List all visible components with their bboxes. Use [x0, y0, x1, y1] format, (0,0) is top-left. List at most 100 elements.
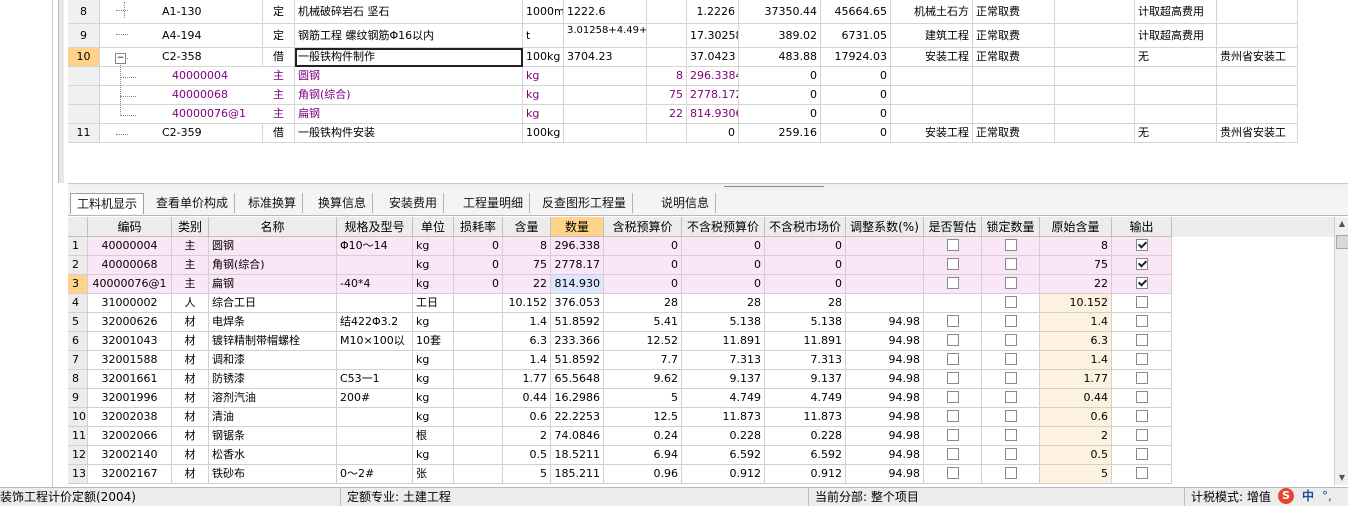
ime-mode[interactable]: 中	[1302, 488, 1314, 505]
material-cell-est[interactable]	[924, 351, 982, 370]
out-checkbox[interactable]	[1135, 296, 1148, 308]
quota-cell-name[interactable]: 一般铁构件安装	[295, 124, 523, 143]
material-cell-adj[interactable]: 94.98	[846, 389, 924, 408]
quota-cell-coef[interactable]	[647, 48, 687, 67]
material-cell-cat[interactable]: 材	[172, 408, 209, 427]
quota-child-row[interactable]: 40000004 主圆钢 kg 8 296.3384 0 0	[68, 67, 1298, 86]
material-cell-name[interactable]: 综合工日	[209, 294, 337, 313]
material-cell-spec[interactable]: 0～2#	[337, 465, 413, 484]
out-checkbox[interactable]	[1135, 239, 1148, 251]
material-cell-est[interactable]	[924, 465, 982, 484]
material-cell-code[interactable]: 32002066	[88, 427, 172, 446]
column-header-code[interactable]: 编码	[88, 217, 172, 237]
material-cell-loss[interactable]	[454, 427, 503, 446]
material-cell-p1[interactable]: 12.5	[604, 408, 682, 427]
column-header-p2[interactable]: 不含税预算价	[682, 217, 765, 237]
material-cell-cat[interactable]: 主	[172, 237, 209, 256]
material-cell-orig[interactable]: 75	[1040, 256, 1112, 275]
material-cell-spec[interactable]	[337, 294, 413, 313]
quota-cell-limit[interactable]: 计取超高费用	[1135, 0, 1217, 24]
quota-cell-fee[interactable]: 正常取费	[973, 24, 1055, 48]
material-cell-loss[interactable]	[454, 351, 503, 370]
material-row[interactable]: 9 32001996 材溶剂汽油 200# kg 0.44 16.2986 5 4.749 4.7…	[68, 389, 1334, 408]
material-cell-n[interactable]: 9	[68, 389, 88, 408]
material-cell-est[interactable]	[924, 427, 982, 446]
material-cell-qty[interactable]: 185.211	[551, 465, 604, 484]
material-cell-n[interactable]: 3	[68, 275, 88, 294]
material-cell-p2[interactable]: 11.873	[682, 408, 765, 427]
material-cell-p1[interactable]: 0.24	[604, 427, 682, 446]
material-cell-p3[interactable]: 5.138	[765, 313, 846, 332]
material-cell-p2[interactable]: 0.228	[682, 427, 765, 446]
material-cell-n[interactable]: 6	[68, 332, 88, 351]
material-cell-orig[interactable]: 10.152	[1040, 294, 1112, 313]
left-scrollbar[interactable]	[58, 0, 64, 183]
material-cell-n[interactable]: 12	[68, 446, 88, 465]
material-cell-out[interactable]	[1112, 313, 1172, 332]
material-cell-est[interactable]	[924, 313, 982, 332]
material-cell-content[interactable]: 10.152	[503, 294, 551, 313]
material-cell-lock[interactable]	[982, 332, 1040, 351]
material-cell-content[interactable]: 2	[503, 427, 551, 446]
quota-cell-num[interactable]: 9	[68, 24, 100, 48]
material-cell-cat[interactable]: 主	[172, 256, 209, 275]
quota-cell-name[interactable]: 机械破碎岩石 坚石	[295, 0, 523, 24]
quota-cell-limit[interactable]: 计取超高费用	[1135, 24, 1217, 48]
quota-cell-v2[interactable]: 389.02	[739, 24, 821, 48]
material-cell-n[interactable]: 1	[68, 237, 88, 256]
material-cell-loss[interactable]	[454, 332, 503, 351]
quota-cell-num[interactable]: 8	[68, 0, 100, 24]
lock-checkbox[interactable]	[1004, 353, 1017, 365]
material-cell-code[interactable]: 40000068	[88, 256, 172, 275]
material-cell-cat[interactable]: 材	[172, 446, 209, 465]
material-row[interactable]: 13 32002167 材铁砂布 0～2# 张 5 185.211 0.96 0.912 0.91…	[68, 465, 1334, 484]
out-checkbox[interactable]	[1135, 448, 1148, 460]
material-row[interactable]: 8 32001661 材防锈漆 C53一1 kg 1.77 65.5648 9.62 9.137…	[68, 370, 1334, 389]
material-cell-p2[interactable]: 0	[682, 237, 765, 256]
material-cell-content[interactable]: 8	[503, 237, 551, 256]
material-cell-unit[interactable]: kg	[413, 446, 454, 465]
lock-checkbox[interactable]	[1004, 410, 1017, 422]
quota-cell-extra[interactable]	[1055, 105, 1135, 124]
column-header-name[interactable]: 名称	[209, 217, 337, 237]
material-row[interactable]: 1 40000004 主圆钢 Φ10～14 kg 0 8 296.338 0 0 0 8	[68, 237, 1334, 256]
column-header-content[interactable]: 含量	[503, 217, 551, 237]
material-cell-unit[interactable]: kg	[413, 313, 454, 332]
out-checkbox[interactable]	[1135, 467, 1148, 479]
material-cell-p1[interactable]: 0.96	[604, 465, 682, 484]
material-cell-adj[interactable]	[846, 256, 924, 275]
quota-cell-num[interactable]	[68, 67, 100, 86]
material-cell-out[interactable]	[1112, 370, 1172, 389]
material-cell-cat[interactable]: 材	[172, 332, 209, 351]
material-cell-content[interactable]: 75	[503, 256, 551, 275]
quota-cell-coef[interactable]: 22	[647, 105, 687, 124]
material-cell-code[interactable]: 32000626	[88, 313, 172, 332]
quota-cell-type[interactable]: 定	[263, 0, 295, 24]
material-cell-lock[interactable]	[982, 351, 1040, 370]
quota-child-row[interactable]: 40000076@1 主扁钢 kg 22 814.9306 0 0	[68, 105, 1298, 124]
material-cell-lock[interactable]	[982, 237, 1040, 256]
quota-cell-coef[interactable]	[647, 24, 687, 48]
material-cell-spec[interactable]: M10×100以	[337, 332, 413, 351]
lock-checkbox[interactable]	[1004, 334, 1017, 346]
material-cell-n[interactable]: 11	[68, 427, 88, 446]
out-checkbox[interactable]	[1135, 372, 1148, 384]
material-cell-unit[interactable]: kg	[413, 275, 454, 294]
quota-cell-v1[interactable]: 296.3384	[687, 67, 739, 86]
column-header-qty[interactable]: 数量	[551, 217, 604, 237]
material-row[interactable]: 7 32001588 材调和漆 kg 1.4 51.8592 7.7 7.313 7.313 94…	[68, 351, 1334, 370]
quota-cell-unit[interactable]: t	[523, 24, 564, 48]
material-cell-cat[interactable]: 主	[172, 275, 209, 294]
column-header-p3[interactable]: 不含税市场价	[765, 217, 846, 237]
material-cell-unit[interactable]: kg	[413, 237, 454, 256]
quota-row[interactable]: 10 C2-358 借一般铁构件制作 100kg 3704.23 37.0423 483.8…	[68, 48, 1298, 67]
est-checkbox[interactable]	[946, 391, 959, 403]
quota-cell-fee[interactable]: 正常取费	[973, 48, 1055, 67]
material-cell-p1[interactable]: 9.62	[604, 370, 682, 389]
material-cell-spec[interactable]	[337, 351, 413, 370]
material-cell-code[interactable]: 40000076@1	[88, 275, 172, 294]
column-header-adj[interactable]: 调整系数(%)	[846, 217, 924, 237]
quota-cell-v3[interactable]: 0	[821, 86, 891, 105]
quota-cell-code[interactable]: A4-194	[100, 24, 263, 48]
material-cell-loss[interactable]	[454, 465, 503, 484]
